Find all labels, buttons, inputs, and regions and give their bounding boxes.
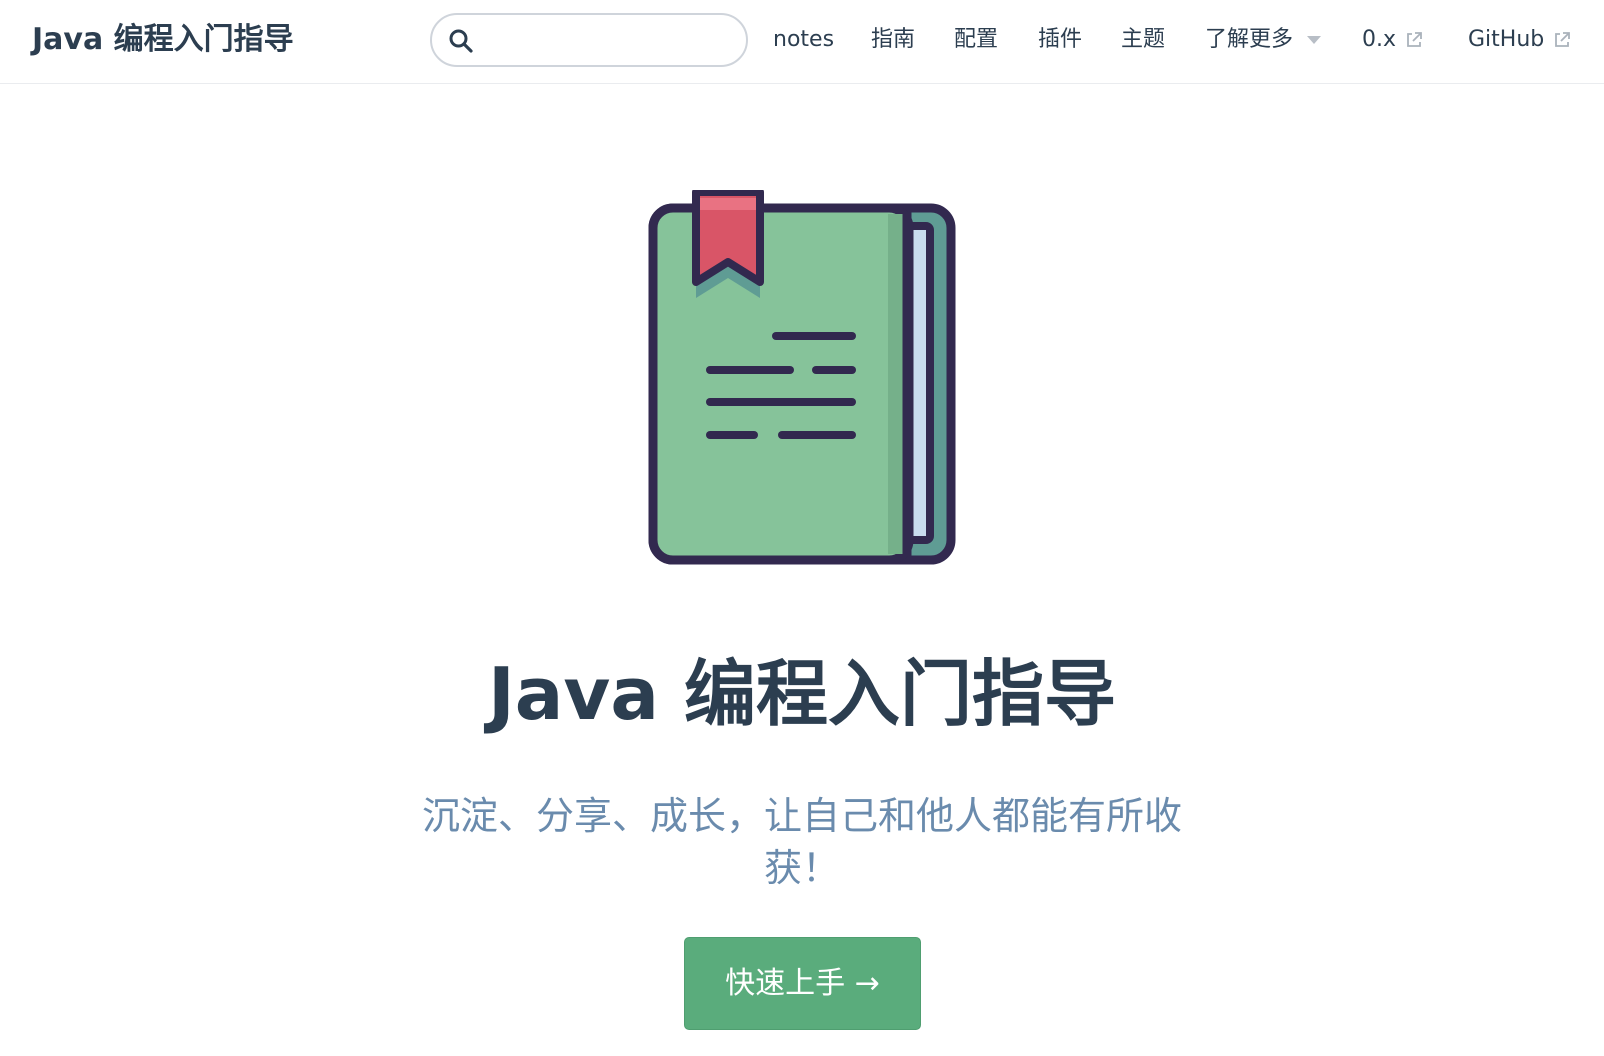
nav-link-label: 主题 — [1121, 27, 1166, 52]
nav-link-label: GitHub — [1468, 27, 1545, 52]
nav-links: notes 指南 配置 插件 主题 了解更多 0.x GitHub — [0, 0, 1604, 84]
book-with-bookmark-icon — [648, 190, 956, 565]
get-started-button[interactable]: 快速上手 → — [684, 937, 921, 1030]
nav-link-label: notes — [773, 27, 835, 52]
nav-link-theme[interactable]: 主题 — [1121, 24, 1165, 56]
external-link-icon — [1407, 32, 1422, 47]
hero-title: Java 编程入门指导 — [488, 652, 1116, 736]
caret-down-icon — [1307, 36, 1322, 44]
external-link-icon — [1555, 32, 1571, 47]
nav-link-plugins[interactable]: 插件 — [1038, 24, 1082, 56]
nav-link-notes[interactable]: notes — [773, 24, 834, 56]
nav-dropdown-label: 了解更多 — [1205, 27, 1294, 52]
nav-link-guide[interactable]: 指南 — [871, 24, 915, 56]
nav-link-label: 配置 — [954, 27, 999, 52]
nav-link-label: 插件 — [1038, 27, 1083, 52]
nav-link-label: 0.x — [1362, 27, 1397, 52]
navbar: Java 编程入门指导 notes 指南 配置 插件 主题 了解更多 0.x G… — [0, 0, 1604, 84]
nav-dropdown-learn-more[interactable]: 了解更多 — [1205, 24, 1322, 56]
nav-link-0x[interactable]: 0.x — [1362, 24, 1423, 56]
nav-link-config[interactable]: 配置 — [954, 24, 998, 56]
hero-description: 沉淀、分享、成长，让自己和他人都能有所收获！ — [421, 794, 1182, 890]
nav-link-github[interactable]: GitHub — [1468, 24, 1571, 56]
nav-link-label: 指南 — [871, 27, 916, 52]
